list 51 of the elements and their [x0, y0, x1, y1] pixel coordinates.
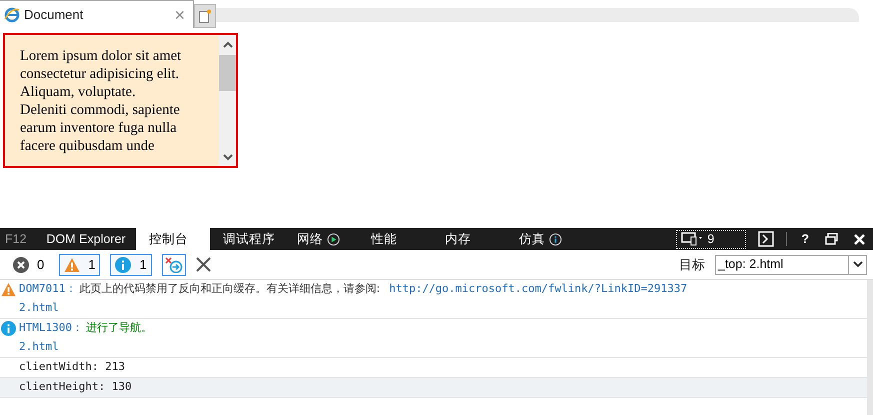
devtools-tab[interactable]: 网络 — [284, 228, 358, 250]
f12-label: F12 — [4, 230, 28, 248]
device-button[interactable]: 9 — [676, 230, 746, 248]
message-code: HTML1300： — [19, 320, 83, 336]
tab-title: Document — [24, 6, 84, 24]
error-icon — [13, 256, 29, 272]
source-link[interactable]: 2.html — [19, 300, 59, 317]
filter-button[interactable]: 0 — [8, 254, 50, 276]
message-text: 此页上的代码禁用了反向和正向缓存。有关详细信息，请参阅: — [79, 281, 380, 298]
text-line: consectetur adipisicing elit. — [20, 65, 180, 83]
play-icon — [327, 232, 340, 246]
source-link[interactable]: 2.html — [19, 339, 59, 356]
text-line: Deleniti commodi, sapiente — [20, 101, 181, 119]
info-icon — [115, 256, 132, 272]
undock-icon[interactable] — [825, 233, 838, 245]
new-tab-button[interactable] — [194, 4, 216, 28]
clear-on-navigate-button[interactable] — [162, 254, 186, 276]
close-icon[interactable] — [854, 234, 865, 244]
navigate-icon — [164, 256, 183, 272]
close-tab-button[interactable]: × — [170, 6, 189, 24]
text-line: earum inventore fuga nulla — [20, 119, 178, 137]
target-select[interactable]: _top: 2.html — [715, 254, 867, 274]
info-icon — [549, 232, 562, 246]
message-text: 进行了导航。 — [86, 320, 152, 336]
devtools-tab[interactable]: 调试程序 — [210, 228, 284, 250]
target-label: 目标 — [679, 256, 705, 274]
console-icon[interactable] — [758, 231, 774, 247]
help-link[interactable]: http://go.microsoft.com/fwlink/?LinkID=291337 — [389, 281, 688, 298]
browser-logo-icon — [4, 6, 20, 22]
text-line: Lorem ipsum dolor sit amet — [20, 47, 182, 65]
log-text: clientHeight: 130 — [19, 379, 132, 396]
devtools-tab[interactable]: DOM Explorer — [36, 228, 136, 250]
help-button[interactable]: ? — [793, 230, 817, 248]
devtools-tab[interactable]: 性能 — [358, 228, 432, 250]
scroll-thumb[interactable] — [219, 55, 236, 91]
devtools-tab[interactable]: 控制台 — [136, 228, 210, 250]
log-text: clientWidth: 213 — [19, 359, 125, 376]
filter-button[interactable]: 1 — [59, 254, 100, 276]
devtools-tab[interactable]: 内存 — [432, 228, 506, 250]
scrollbar[interactable] — [219, 35, 236, 166]
devtools-tab[interactable]: 仿真 — [506, 228, 580, 250]
text-line: Aliquam, voluptate. — [20, 83, 137, 101]
text-line: facere quibusdam unde — [20, 137, 156, 155]
monitor-icon — [681, 232, 704, 246]
new-page-icon — [199, 9, 211, 23]
message-code: DOM7011： — [19, 281, 76, 298]
warning-icon — [64, 256, 80, 272]
browser-tab[interactable]: Document × — [0, 0, 194, 28]
filter-button[interactable]: 1 — [110, 254, 152, 276]
chevron-down-icon — [852, 261, 862, 268]
clear-icon[interactable] — [196, 257, 211, 272]
